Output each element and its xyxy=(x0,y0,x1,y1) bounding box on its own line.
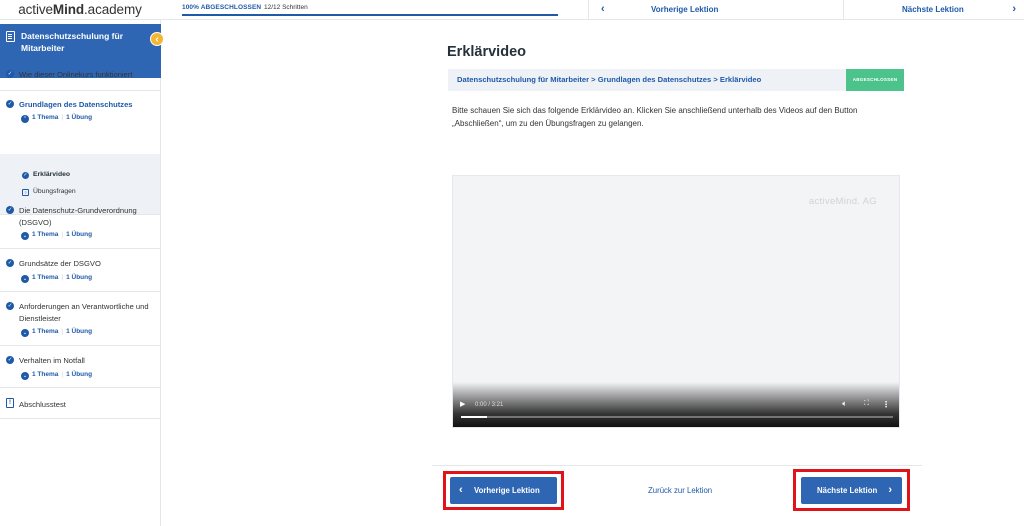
progress-bar-fill xyxy=(182,14,558,16)
book-icon xyxy=(6,31,15,42)
top-next-lesson-link[interactable]: Nächste Lektion › xyxy=(843,0,1024,20)
course-title: Datenschutzschulung für Mitarbeiter xyxy=(21,31,124,53)
sidebar-item-meta: ⌄ 1 Thema | 1 Übung xyxy=(21,371,93,380)
more-options-icon[interactable]: ⋮ xyxy=(882,400,890,409)
video-time: 0:00 / 3:21 xyxy=(475,402,504,408)
check-icon: ✓ xyxy=(22,172,29,179)
top-next-lesson-label: Nächste Lektion xyxy=(902,5,964,14)
video-seek-fill xyxy=(461,416,487,418)
sidebar-item-meta: ⌃ 1 Thema | 1 Übung xyxy=(21,114,93,123)
sidebar-item-dsgvo[interactable]: ✓ Die Datenschutz-Grundverordnung (DSGVO… xyxy=(0,196,160,249)
back-to-lesson-link[interactable]: Zurück zur Lektion xyxy=(648,486,712,495)
sidebar-item-anforderungen[interactable]: ✓ Anforderungen an Verantwortliche und D… xyxy=(0,292,160,346)
top-bar: activeMind.academy 100% ABGESCHLOSSEN 12… xyxy=(0,0,1024,20)
logo[interactable]: activeMind.academy xyxy=(0,0,160,20)
highlight-box-prev xyxy=(443,471,564,510)
fullscreen-icon[interactable]: ⛶ xyxy=(864,400,869,408)
top-prev-lesson-label: Vorherige Lektion xyxy=(651,5,719,14)
status-badge: ABGESCHLOSSEN xyxy=(846,69,904,91)
video-watermark: activeMind. AG xyxy=(808,196,877,207)
sidebar-item-grundlagen[interactable]: ✓ Grundlagen des Datenschutzes ⌃ 1 Thema |… xyxy=(0,91,160,134)
chevron-right-icon: › xyxy=(1012,3,1016,15)
progress-label: 100% ABGESCHLOSSEN xyxy=(182,4,262,11)
sidebar-item-label: Die Datenschutz-Grundverordnung (DSGVO) xyxy=(19,206,137,227)
sidebar-item-abschlusstest[interactable]: ! Abschlusstest xyxy=(0,388,160,419)
sidebar-item-onlinekurs[interactable]: ✓ Wie dieser Onlinekurs funktioniert xyxy=(0,58,160,91)
sidebar-item-label: Grundlagen des Datenschutzes xyxy=(19,100,133,109)
page-title: Erklärvideo xyxy=(447,44,526,60)
sidebar-item-meta: ⌄ 1 Thema | 1 Übung xyxy=(21,231,93,240)
top-prev-lesson-link[interactable]: ‹ Vorherige Lektion xyxy=(588,0,843,20)
check-icon: ✓ xyxy=(6,302,14,310)
chevron-down-icon: ⌄ xyxy=(21,232,29,240)
sidebar-item-label: Anforderungen an Verantwortliche und Die… xyxy=(19,302,149,323)
sidebar-item-meta: ⌄ 1 Thema | 1 Übung xyxy=(21,328,93,337)
sidebar-item-grundsaetze[interactable]: ✓ Grundsätze der DSGVO ⌄ 1 Thema | 1 Übung xyxy=(0,249,160,292)
sidebar-item-label: Abschlusstest xyxy=(19,400,66,409)
chevron-up-icon: ⌃ xyxy=(21,115,29,123)
chevron-left-icon: ‹ xyxy=(601,3,605,15)
divider xyxy=(432,465,922,466)
check-icon: ✓ xyxy=(6,100,14,108)
sidebar-item-label: Grundsätze der DSGVO xyxy=(19,259,101,268)
course-sidebar: Datenschutzschulung für Mitarbeiter ‹ ✓ … xyxy=(0,20,164,526)
sidebar-item-meta: ⌄ 1 Thema | 1 Übung xyxy=(21,274,93,283)
video-controls-bar xyxy=(453,382,899,427)
lesson-instructions: Bitte schauen Sie sich das folgende Erkl… xyxy=(452,106,858,128)
video-seek-bar[interactable] xyxy=(461,416,893,418)
course-progress: 100% ABGESCHLOSSEN 12/12 Schritten xyxy=(174,0,586,20)
chevron-left-icon: ‹ xyxy=(155,34,159,45)
sidebar-item-notfall[interactable]: ✓ Verhalten im Notfall ⌄ 1 Thema | 1 Übung xyxy=(0,346,160,388)
sidebar-item-label: Wie dieser Onlinekurs funktioniert xyxy=(19,70,133,79)
collapse-sidebar-button[interactable]: ‹ xyxy=(150,32,164,46)
breadcrumb-bar: Datenschutzschulung für Mitarbeiter > Gr… xyxy=(448,69,904,91)
quiz-icon: ? xyxy=(22,189,29,196)
chevron-down-icon: ⌄ xyxy=(21,275,29,283)
check-icon: ✓ xyxy=(6,356,14,364)
exam-icon: ! xyxy=(6,398,14,408)
progress-bar xyxy=(182,14,558,16)
breadcrumb[interactable]: Datenschutzschulung für Mitarbeiter > Gr… xyxy=(457,75,761,84)
sidebar-item-label: Verhalten im Notfall xyxy=(19,356,85,365)
chevron-down-icon: ⌄ xyxy=(21,329,29,337)
check-icon: ✓ xyxy=(6,206,14,214)
video-player[interactable]: activeMind. AG ▶ 0:00 / 3:21 🔈︎ ⛶ ⋮ xyxy=(452,175,900,428)
check-icon: ✓ xyxy=(6,259,14,267)
progress-steps: 12/12 Schritten xyxy=(264,4,308,11)
highlight-box-next xyxy=(793,469,910,511)
play-icon[interactable]: ▶ xyxy=(460,400,465,408)
chevron-down-icon: ⌄ xyxy=(21,372,29,380)
volume-icon[interactable]: 🔈︎ xyxy=(842,399,847,409)
check-icon: ✓ xyxy=(6,70,14,78)
